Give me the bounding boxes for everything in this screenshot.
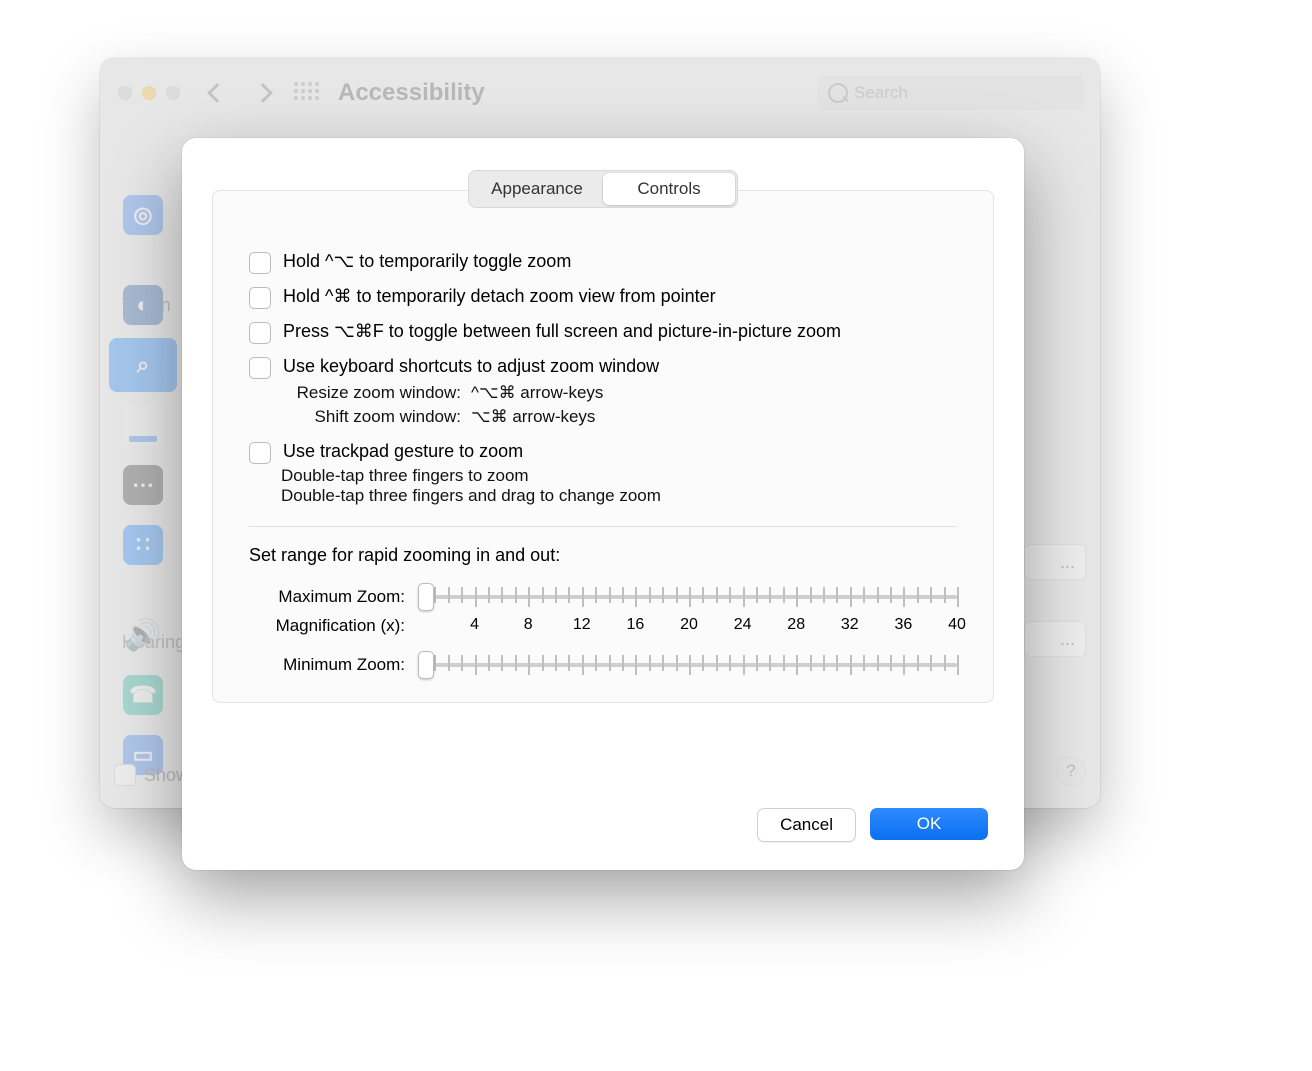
tab-controls[interactable]: Controls <box>603 173 735 205</box>
tab-appearance[interactable]: Appearance <box>471 173 603 205</box>
sheet-footer: Cancel OK <box>182 808 1024 870</box>
divider <box>249 526 957 527</box>
magnification-label: Magnification (x): <box>249 616 405 636</box>
option-hold-ctrl-opt[interactable]: Hold ^⌥ to temporarily toggle zoom <box>249 249 957 274</box>
slider-ticks <box>421 587 957 607</box>
trackpad-details: Double-tap three fingers to zoom Double-… <box>281 466 957 506</box>
magnification-scale-row: Magnification (x): 481216202428323640 <box>249 616 957 636</box>
ok-button[interactable]: OK <box>870 808 988 840</box>
keyboard-shortcuts-details: Resize zoom window:^⌥⌘ arrow-keys Shift … <box>281 381 957 429</box>
option-hold-ctrl-cmd[interactable]: Hold ^⌘ to temporarily detach zoom view … <box>249 284 957 309</box>
option-keyboard-shortcuts[interactable]: Use keyboard shortcuts to adjust zoom wi… <box>249 354 957 379</box>
cancel-button[interactable]: Cancel <box>757 808 856 842</box>
tab-bar: Appearance Controls <box>468 170 738 208</box>
checkbox-icon <box>249 252 271 274</box>
slider-thumb[interactable] <box>418 651 434 679</box>
range-title: Set range for rapid zooming in and out: <box>249 545 957 566</box>
magnification-scale: 481216202428323640 <box>421 616 957 636</box>
option-trackpad-gesture[interactable]: Use trackpad gesture to zoom <box>249 439 957 464</box>
zoom-advanced-sheet: Appearance Controls Hold ^⌥ to temporari… <box>182 138 1024 870</box>
controls-panel: Hold ^⌥ to temporarily toggle zoom Hold … <box>212 190 994 703</box>
slider-ticks <box>421 655 957 675</box>
maximum-zoom-slider[interactable] <box>421 584 957 610</box>
minimum-zoom-row: Minimum Zoom: <box>249 652 957 678</box>
minimum-zoom-slider[interactable] <box>421 652 957 678</box>
checkbox-icon <box>249 357 271 379</box>
maximum-zoom-row: Maximum Zoom: <box>249 584 957 610</box>
checkbox-icon <box>249 442 271 464</box>
option-press-opt-cmd-f[interactable]: Press ⌥⌘F to toggle between full screen … <box>249 319 957 344</box>
checkbox-icon <box>249 322 271 344</box>
minimum-zoom-label: Minimum Zoom: <box>249 655 405 675</box>
checkbox-icon <box>249 287 271 309</box>
slider-thumb[interactable] <box>418 583 434 611</box>
maximum-zoom-label: Maximum Zoom: <box>249 587 405 607</box>
